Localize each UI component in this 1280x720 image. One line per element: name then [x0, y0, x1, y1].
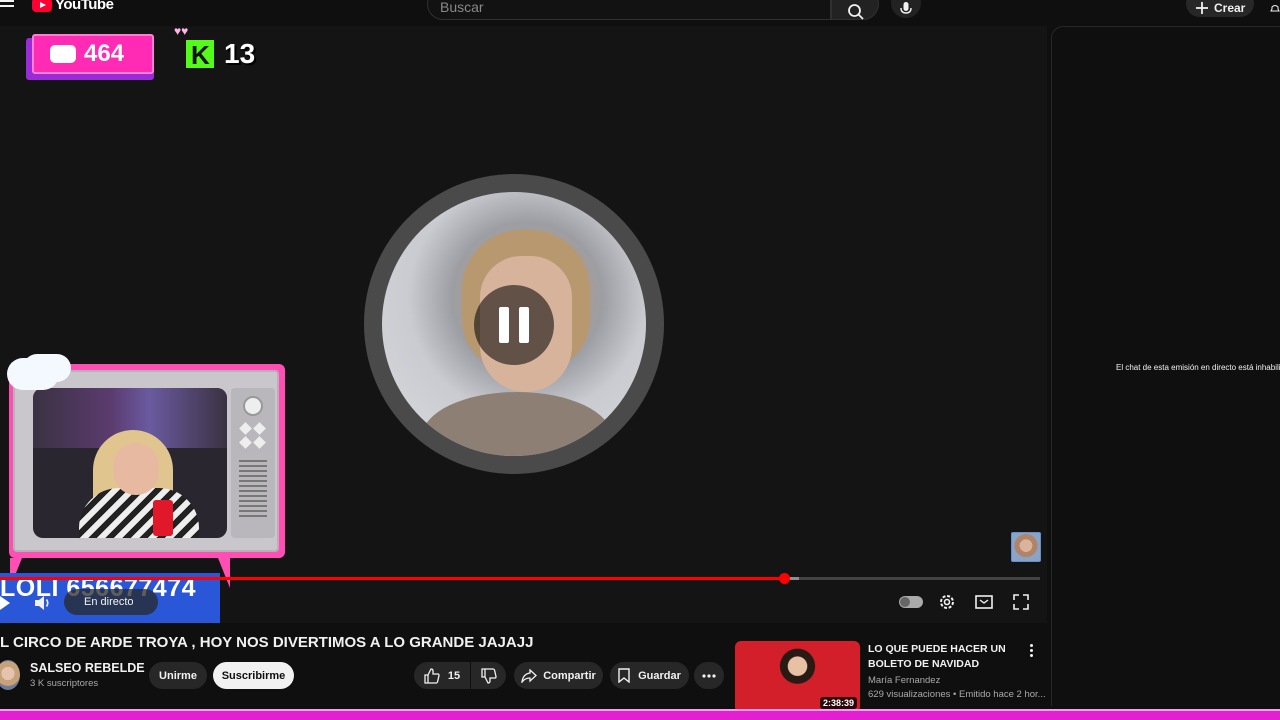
masthead: YouTube Crear	[0, 0, 1280, 26]
tv-dial-icon	[243, 396, 263, 416]
subscribe-button[interactable]: Suscribirme	[213, 662, 294, 689]
host-camera-video	[33, 388, 227, 538]
cloud-decoration-icon	[7, 358, 59, 390]
recommended-meta: 629 visualizaciones • Emitido hace 2 hor…	[868, 689, 1046, 700]
chat-disabled-message: El chat de esta emisión en directo está …	[1116, 363, 1280, 372]
share-button[interactable]: Compartir	[514, 662, 603, 689]
channel-name[interactable]: SALSEO REBELDE	[30, 661, 145, 675]
dislike-icon	[480, 667, 497, 684]
pause-button[interactable]	[474, 285, 554, 365]
youtube-logo[interactable]: YouTube	[32, 0, 114, 13]
hearts-decoration-icon: ♥♥	[174, 26, 189, 38]
progress-played	[0, 577, 785, 580]
miniplayer-icon[interactable]	[975, 593, 993, 611]
settings-icon[interactable]	[938, 593, 956, 611]
subscribe-label: Suscribirme	[221, 669, 286, 682]
search-icon	[848, 4, 864, 20]
channel-subscribers: 3 K suscriptores	[30, 678, 99, 689]
video-player[interactable]: 464 ♥♥ 13	[0, 26, 1047, 623]
search-button[interactable]	[831, 0, 879, 20]
save-label: Guardar	[638, 669, 681, 682]
like-button[interactable]: 15	[414, 662, 470, 689]
mic-icon	[900, 2, 912, 14]
progress-scrubber[interactable]	[779, 573, 791, 584]
progress-bar[interactable]	[0, 573, 1040, 584]
live-indicator[interactable]: En directo	[64, 589, 158, 615]
plus-icon	[1196, 1, 1208, 14]
bottom-overlay-strip	[0, 709, 1280, 720]
voice-search-button[interactable]	[891, 0, 921, 18]
join-label: Unirme	[159, 669, 197, 682]
kick-counter-overlay: 13	[186, 38, 256, 71]
kick-icon	[186, 40, 214, 71]
chat-bubble-icon	[50, 45, 76, 63]
logo-text: YouTube	[55, 0, 114, 13]
chat-counter-value: 464	[84, 40, 125, 67]
search-box[interactable]	[427, 0, 831, 20]
host-camera-tv-overlay	[7, 358, 285, 558]
kick-counter-value: 13	[224, 38, 256, 69]
search-input[interactable]	[440, 0, 800, 15]
more-icon	[702, 673, 716, 678]
recommended-thumbnail[interactable]: 2:38:39	[735, 641, 860, 713]
save-button[interactable]: Guardar	[610, 662, 689, 689]
recommended-duration: 2:38:39	[819, 697, 857, 709]
volume-icon[interactable]	[34, 595, 52, 611]
like-count: 15	[447, 669, 461, 682]
create-label: Crear	[1214, 0, 1246, 15]
create-button[interactable]: Crear	[1186, 0, 1254, 17]
chat-counter-overlay: 464 ♥♥	[24, 26, 188, 80]
recommended-channel[interactable]: María Fernandez	[868, 675, 940, 686]
tv-control-panel	[231, 388, 275, 538]
guest-avatar	[1011, 532, 1041, 562]
recommended-title[interactable]: LO QUE PUEDE HACER UN BOLETO DE NAVIDAD	[868, 642, 1008, 672]
share-label: Compartir	[543, 669, 596, 682]
channel-avatar[interactable]	[0, 660, 20, 690]
play-icon[interactable]	[0, 596, 10, 610]
youtube-logo-icon	[32, 0, 52, 12]
tv-speaker-grill	[239, 460, 267, 520]
autoplay-toggle[interactable]	[899, 596, 923, 608]
share-icon	[521, 668, 538, 683]
live-chat-panel: El chat de esta emisión en directo está …	[1051, 26, 1280, 706]
save-icon	[618, 668, 630, 683]
bell-icon[interactable]	[1270, 0, 1280, 12]
recommended-more-icon[interactable]	[1030, 644, 1034, 658]
join-button[interactable]: Unirme	[149, 662, 207, 689]
like-icon	[424, 667, 440, 684]
fullscreen-icon[interactable]	[1012, 593, 1030, 611]
video-title: L CIRCO DE ARDE TROYA , HOY NOS DIVERTIM…	[0, 634, 534, 651]
menu-icon[interactable]	[0, 0, 14, 12]
dislike-button[interactable]	[471, 662, 506, 689]
more-actions-button[interactable]	[694, 662, 724, 689]
pause-icon	[499, 307, 509, 343]
live-label: En directo	[84, 596, 134, 608]
